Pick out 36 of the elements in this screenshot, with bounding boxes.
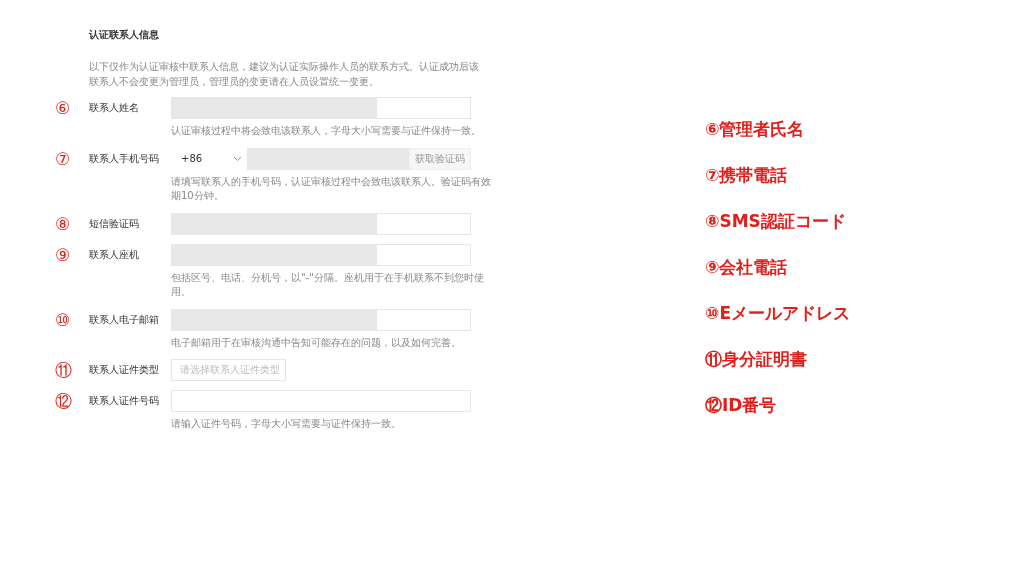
input-field[interactable] <box>171 243 471 266</box>
number-marker: ⑥ <box>55 97 72 119</box>
annotation-label: ⑦携帯電話 <box>705 164 789 187</box>
field-label: 联系人姓名 <box>89 101 140 115</box>
annotation-label: ⑩Eメールアドレス <box>705 302 850 325</box>
help-text: 电子邮箱用于在审核沟通中告知可能存在的问题，以及如何完善。 <box>171 335 462 350</box>
help-text: 请输入证件号码，字母大小写需要与证件保持一致。 <box>171 417 402 431</box>
field-label: 联系人证件号码 <box>89 394 160 408</box>
help-text: 认证审核过程中将会致电该联系人，字母大小写需要与证件保持一致。 <box>171 124 482 138</box>
field-label: 联系人证件类型 <box>89 363 160 377</box>
number-marker: ⑫ <box>55 390 73 412</box>
number-marker: ⑧ <box>55 212 72 235</box>
section-title: 认证联系人信息 <box>89 28 160 42</box>
number-marker: ⑨ <box>55 243 72 266</box>
input-field[interactable] <box>171 390 471 412</box>
number-marker: ⑦ <box>55 147 72 170</box>
annotation-label: ⑫ID番号 <box>705 394 778 417</box>
field-label: 联系人电子邮箱 <box>89 312 160 327</box>
get-code-button[interactable]: 获取验证码 <box>409 147 471 170</box>
number-marker: ⑩ <box>55 308 72 331</box>
annotation-label: ⑧SMS認証コード <box>705 210 847 233</box>
field-label: 联系人座机 <box>89 247 140 262</box>
field-label: 短信验证码 <box>89 216 140 231</box>
country-code-select[interactable]: +86 <box>171 147 247 170</box>
annotation-label: ⑨会社電話 <box>705 256 789 279</box>
section-description: 以下仅作为认证审核中联系人信息，建议为认证实际操作人员的联系方式。认证成功后该联系人不会变更为管理员，管理员的变更请在人员设置统一变更。 <box>89 60 479 89</box>
help-text: 请填写联系人的手机号码，认证审核过程中会致电该联系人。验证码有效期10分钟。 <box>171 174 491 203</box>
number-marker: ⑪ <box>55 359 73 381</box>
input-field[interactable] <box>171 212 471 235</box>
input-field[interactable] <box>171 308 471 331</box>
input-field[interactable] <box>171 97 471 119</box>
annotation-label: ⑪身分証明書 <box>705 348 808 371</box>
help-text: 包括区号、电话、分机号，以"-"分隔。座机用于在手机联系不到您时使用。 <box>171 270 485 299</box>
annotation-label: ⑥管理者氏名 <box>705 118 806 141</box>
chevron-down-icon <box>233 155 242 162</box>
field-label: 联系人手机号码 <box>89 151 160 166</box>
